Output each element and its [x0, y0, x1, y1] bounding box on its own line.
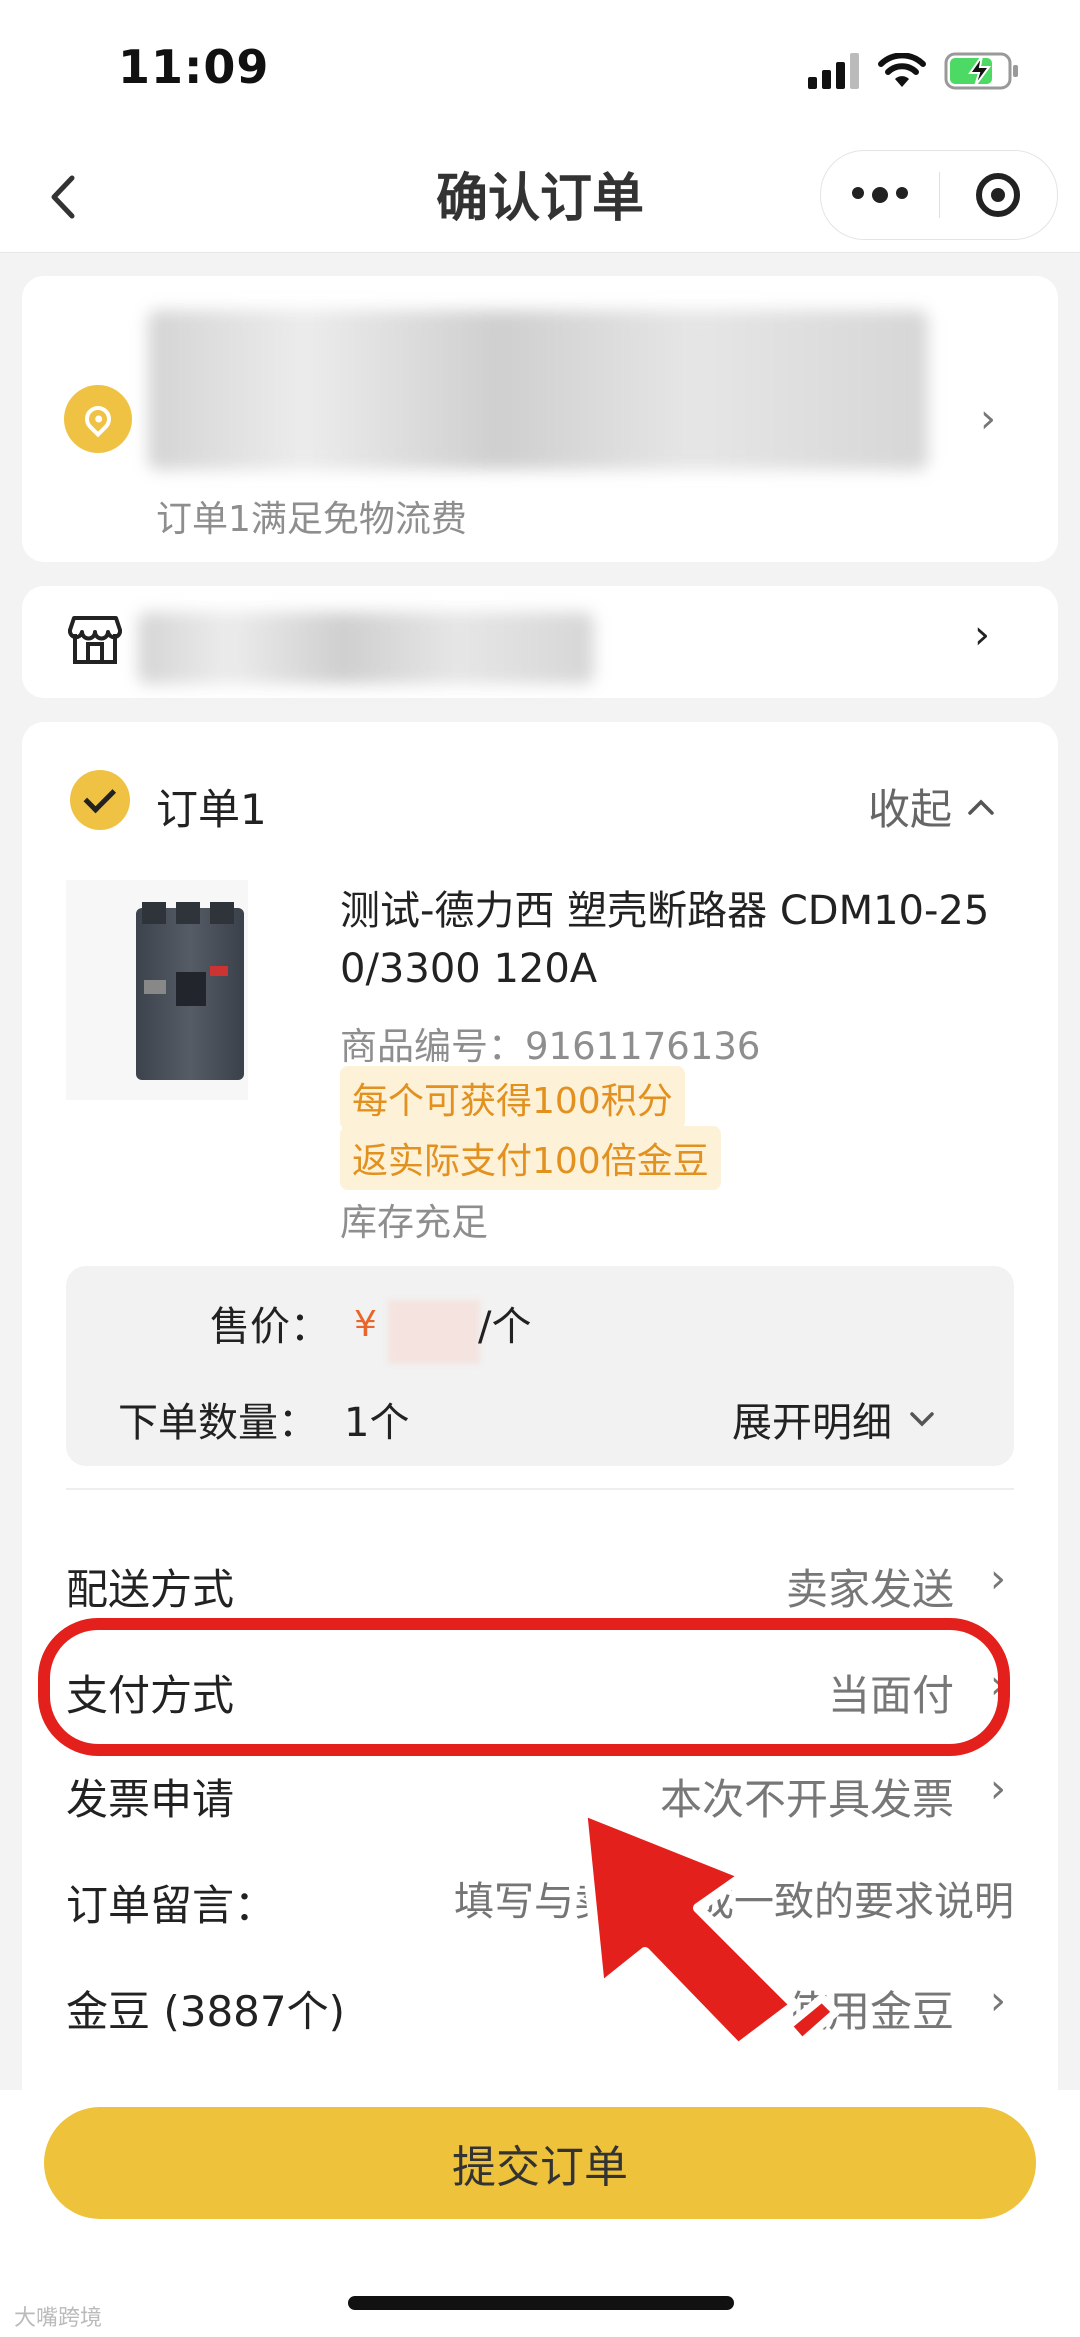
more-button[interactable] — [821, 151, 939, 239]
invoice-label: 发票申请 — [66, 1775, 235, 1824]
address-note: 订单1满足免物流费 — [156, 499, 467, 540]
store-name-redacted — [138, 612, 594, 684]
chevron-up-icon — [968, 799, 994, 815]
order-title: 订单1 — [156, 785, 267, 834]
price-unit: /个 — [478, 1304, 532, 1350]
quantity-value: 1个 — [344, 1400, 410, 1446]
beans-tag: 返实际支付100倍金豆 — [340, 1126, 721, 1190]
battery-charging-icon — [944, 52, 1018, 90]
check-icon — [83, 780, 116, 813]
home-indicator — [348, 2296, 734, 2310]
product-image[interactable] — [66, 880, 248, 1100]
expand-label: 展开明细 — [732, 1400, 892, 1446]
divider — [66, 1488, 1014, 1490]
wifi-icon — [878, 53, 926, 87]
beans-chevron-icon: › — [990, 1978, 1006, 2024]
price-label: 售价： — [210, 1304, 330, 1350]
target-circle-icon — [976, 173, 1021, 217]
message-label: 订单留言： — [66, 1881, 277, 1930]
status-icons — [808, 50, 1020, 92]
submit-order-button[interactable]: 提交订单 — [44, 2107, 1036, 2219]
product-name[interactable]: 测试-德力西 塑壳断路器 CDM10-25 0/3300 120A — [340, 882, 1060, 998]
watermark: 大嘴跨境 — [14, 2306, 103, 2331]
invoice-chevron-icon: › — [990, 1766, 1006, 1812]
invoice-row[interactable]: 发票申请 本次不开具发票 › — [66, 1766, 1014, 1836]
order-message-row: 订单留言： — [66, 1872, 1014, 1942]
price-redacted — [388, 1300, 480, 1364]
stock-status: 库存充足 — [340, 1201, 488, 1244]
gold-beans-row[interactable]: 金豆 (3887个) 不使用金豆 › — [66, 1978, 1014, 2048]
quantity-label: 下单数量： — [118, 1400, 318, 1446]
location-pin-icon — [64, 385, 132, 453]
more-dots-icon — [851, 187, 908, 203]
currency-symbol: ¥ — [354, 1304, 377, 1345]
signal-icon — [808, 53, 859, 89]
red-arrow-annotation — [577, 1805, 840, 2053]
collapse-label: 收起 — [868, 785, 953, 834]
chevron-down-icon — [910, 1412, 934, 1427]
order-checkbox[interactable] — [70, 770, 130, 830]
delivery-value: 卖家发送 — [785, 1565, 954, 1614]
product-sku: 商品编号：9161176136 — [340, 1025, 761, 1068]
store-icon — [68, 616, 122, 664]
expand-details-toggle[interactable]: 展开明细 — [732, 1390, 936, 1448]
address-chevron-icon: › — [980, 396, 996, 442]
close-miniprogram-button[interactable] — [940, 151, 1058, 239]
miniprogram-capsule — [820, 150, 1058, 240]
delivery-chevron-icon: › — [990, 1556, 1006, 1602]
status-time: 11:09 — [118, 40, 270, 94]
delivery-label: 配送方式 — [66, 1565, 235, 1614]
highlight-box — [38, 1618, 1010, 1756]
collapse-toggle[interactable]: 收起 — [868, 776, 996, 837]
address-redacted — [148, 310, 928, 470]
beans-label: 金豆 (3887个) — [66, 1987, 346, 2036]
delivery-method-row[interactable]: 配送方式 卖家发送 › — [66, 1556, 1014, 1626]
store-chevron-icon: › — [974, 612, 990, 658]
points-tag: 每个可获得100积分 — [340, 1066, 685, 1130]
